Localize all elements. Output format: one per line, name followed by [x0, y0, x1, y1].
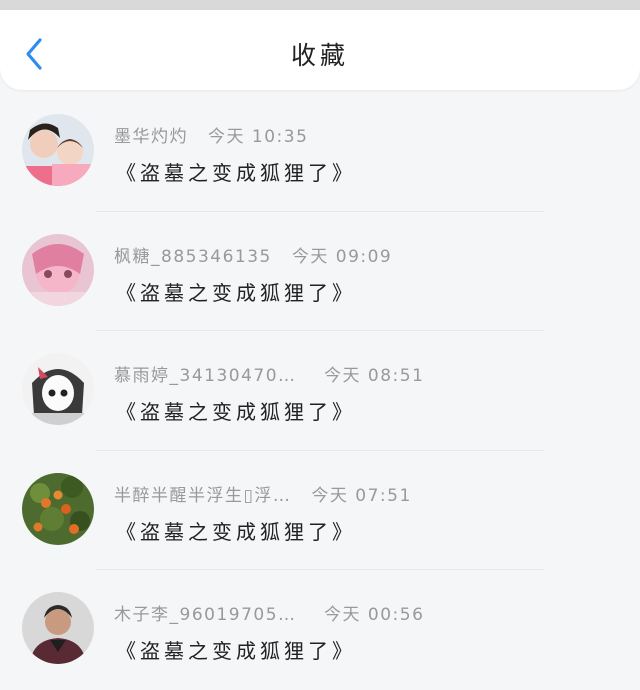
favorite-item[interactable]: 枫糖_885346135 今天 09:09 《盗墓之变成狐狸了》: [0, 212, 640, 331]
timestamp: 今天 08:51: [324, 366, 425, 386]
favorite-item[interactable]: 墨华灼灼 今天 10:35 《盗墓之变成狐狸了》: [0, 92, 640, 212]
avatar[interactable]: [22, 114, 94, 186]
book-title[interactable]: 《盗墓之变成狐狸了》: [116, 277, 356, 306]
book-title[interactable]: 《盗墓之变成狐狸了》: [116, 396, 356, 425]
favorite-item[interactable]: 慕雨婷_34130470293… 今天 08:51 《盗墓之变成狐狸了》: [0, 331, 640, 451]
username[interactable]: 枫糖_885346135: [114, 242, 272, 267]
timestamp: 今天 09:09: [291, 246, 393, 267]
username[interactable]: 慕雨婷_34130470293…: [114, 361, 304, 386]
timestamp: 今天 07:51: [311, 485, 412, 506]
username[interactable]: 木子李_96019705332…: [114, 600, 304, 625]
username[interactable]: 墨华灼灼: [114, 122, 188, 147]
favorite-item[interactable]: 半醉半醒半浮生▯浮… 今天 07:51 《盗墓之变成狐狸了》: [0, 451, 640, 570]
username[interactable]: 半醉半醒半浮生▯浮…: [114, 481, 291, 506]
user-line: 墨华灼灼 今天 10:35: [114, 122, 308, 147]
page-title: 收藏: [290, 41, 349, 70]
timestamp: 今天 00:56: [324, 605, 425, 625]
book-title[interactable]: 《盗墓之变成狐狸了》: [116, 635, 356, 664]
avatar[interactable]: [22, 472, 94, 545]
user-line: 半醉半醒半浮生▯浮… 今天 07:51: [114, 481, 412, 506]
book-title[interactable]: 《盗墓之变成狐狸了》: [116, 516, 356, 545]
avatar[interactable]: [22, 353, 94, 425]
status-bar: [0, 0, 640, 10]
book-title[interactable]: 《盗墓之变成狐狸了》: [116, 157, 356, 186]
user-line: 木子李_96019705332… 今天 00:56: [114, 600, 424, 625]
favorites-list: 墨华灼灼 今天 10:35 《盗墓之变成狐狸了》 枫糖_885346135 今天 0…: [0, 92, 640, 690]
avatar[interactable]: [22, 233, 94, 306]
navigation-header: 收藏: [0, 10, 640, 90]
user-line: 枫糖_885346135 今天 09:09: [114, 242, 392, 267]
user-line: 慕雨婷_34130470293… 今天 08:51: [114, 361, 424, 386]
timestamp: 今天 10:35: [208, 127, 309, 147]
avatar[interactable]: [22, 592, 94, 664]
favorite-item[interactable]: 木子李_96019705332… 今天 00:56 《盗墓之变成狐狸了》: [0, 570, 640, 690]
